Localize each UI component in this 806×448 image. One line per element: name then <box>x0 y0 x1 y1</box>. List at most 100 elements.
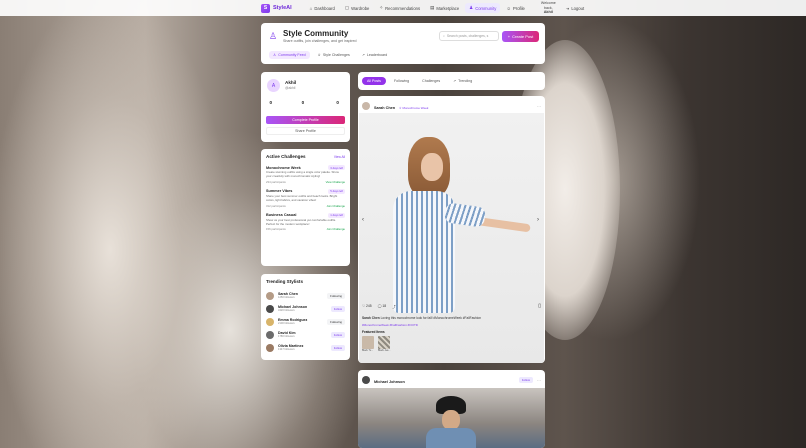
filter-following[interactable]: Following <box>389 77 414 85</box>
post-image[interactable] <box>358 388 545 448</box>
more-icon[interactable]: ⋯ <box>537 104 541 109</box>
following-button[interactable]: Following <box>327 292 345 299</box>
chevron-right-icon[interactable]: › <box>537 217 539 223</box>
nav-recommendations[interactable]: ✧ Recommendations <box>375 3 424 13</box>
featured-item[interactable]: Black Tu... <box>362 336 374 352</box>
nav-dashboard[interactable]: ⌂ Dashboard <box>306 4 339 13</box>
challenges-title: Active Challenges <box>266 154 306 159</box>
complete-profile-button[interactable]: Complete Profile <box>266 116 345 124</box>
wardrobe-icon: ▢ <box>344 5 350 10</box>
filter-trending[interactable]: ↗ Trending <box>448 77 477 85</box>
feed-filter-bar: All Posts Following Challenges ↗ Trending <box>358 72 545 90</box>
trend-icon: ↗ <box>361 53 365 57</box>
stylist-row: Emma Rodriguez 2100 followers Following <box>266 315 345 328</box>
follow-button[interactable]: Follow <box>330 344 345 351</box>
more-icon[interactable]: ⋯ <box>537 378 541 383</box>
image-detail <box>421 153 443 181</box>
nav-profile[interactable]: ☺ Profile <box>502 4 528 13</box>
stylist-followers: 3420 followers <box>278 309 295 312</box>
tab-leaderboard[interactable]: ↗ Leaderboard <box>358 51 391 59</box>
profile-handle: @akhil <box>285 86 296 90</box>
follow-button[interactable]: Follow <box>330 331 345 338</box>
challenge-action-link[interactable]: Join Challenge <box>326 227 345 231</box>
image-detail <box>426 428 476 448</box>
stat-value: 0 <box>269 100 273 105</box>
nav-community[interactable]: ♟ Community <box>465 3 501 13</box>
profile-name: Akhil <box>285 80 297 85</box>
header-tabs: ♙ Community Feed ♕ Style Challenges ↗ Leade… <box>269 51 391 59</box>
avatar[interactable] <box>362 376 370 384</box>
challenge-participants: 234 participants <box>266 179 286 184</box>
create-post-button[interactable]: + Create Post <box>502 31 539 42</box>
challenge-item[interactable]: Summer Vibes 5 days left Share your best … <box>266 188 345 208</box>
tab-style-challenges[interactable]: ♕ Style Challenges <box>314 51 354 59</box>
search-placeholder: Search posts, challenges, s <box>446 34 489 38</box>
avatar[interactable] <box>266 317 274 326</box>
stylist-followers: 2100 followers <box>278 322 295 325</box>
avatar[interactable] <box>266 304 274 313</box>
welcome-user: Akhil <box>543 10 553 15</box>
stylist-row: Olivia Martinez 1347 followers Follow <box>266 341 345 354</box>
brand[interactable]: S StyleAI <box>261 3 292 13</box>
challenge-action-link[interactable]: Join Challenge <box>326 204 345 208</box>
caption-text: Loving this monochrome look for fall! #M… <box>380 316 482 320</box>
challenge-item[interactable]: Monochrome Week 3 days left Create stunni… <box>266 165 345 184</box>
stat-value: 0 <box>301 100 305 105</box>
like-button[interactable]: ♡ 245 <box>362 304 372 308</box>
create-post-label: Create Post <box>512 34 534 39</box>
follow-button[interactable]: Follow <box>330 305 345 312</box>
users-icon: ♙ <box>273 53 277 57</box>
logout-label: Logout <box>571 5 585 11</box>
page-subtitle: Share outfits, join challenges, and get … <box>283 39 357 43</box>
filter-all-posts[interactable]: All Posts <box>362 77 386 85</box>
community-header: ♙ Style Community Share outfits, join ch… <box>261 23 545 64</box>
comment-button[interactable]: ◯ 18 <box>378 304 387 308</box>
search-input[interactable]: ⌕ Search posts, challenges, s <box>439 31 499 41</box>
brand-name: StyleAI <box>273 5 292 11</box>
community-icon: ♙ <box>269 31 278 41</box>
challenge-desc: Create stunning outfits using a single c… <box>266 170 339 178</box>
featured-item[interactable]: Black Jea... <box>378 336 390 352</box>
post-hashtags[interactable]: #MonochromeWeek #FallFashion #OOTD <box>362 323 418 327</box>
filter-challenges[interactable]: Challenges <box>417 77 445 85</box>
follow-button[interactable]: Follow <box>518 377 533 383</box>
avatar[interactable] <box>266 330 274 339</box>
avatar[interactable] <box>362 102 370 110</box>
challenge-action-link[interactable]: View Challenge <box>326 180 345 184</box>
view-all-link[interactable]: View All <box>334 155 345 159</box>
post-author[interactable]: Michael Johnson <box>374 380 405 384</box>
challenge-tag[interactable]: ♕ Monochrome Week <box>398 106 429 110</box>
nav-label: Community <box>475 5 497 11</box>
featured-items: Black Tu... Black Jea... <box>362 336 390 352</box>
avatar: A <box>267 79 280 92</box>
post-author[interactable]: Sarah Chen <box>374 106 395 110</box>
post-actions: ♡ 245 ◯ 18 ⤴ ▯ <box>362 303 541 309</box>
nav-marketplace[interactable]: ▤ Marketplace <box>426 3 463 13</box>
stylist-followers: 1780 followers <box>278 335 295 338</box>
plus-icon: + <box>507 34 511 39</box>
tab-community-feed[interactable]: ♙ Community Feed <box>269 51 310 59</box>
welcome-text: Welcome back, Akhil <box>541 1 556 15</box>
active-challenges-card: Active Challenges View All Monochrome We… <box>261 149 350 266</box>
challenge-item[interactable]: Business Casual 1 days left Show us your … <box>266 212 345 231</box>
nav-label: Profile <box>513 5 525 11</box>
share-icon[interactable]: ⤴ <box>392 304 395 309</box>
users-icon: ♟ <box>469 5 474 10</box>
logout-button[interactable]: ⇥ Logout <box>566 6 584 11</box>
bookmark-icon[interactable]: ▯ <box>538 303 541 309</box>
challenge-name: Monochrome Week <box>266 165 301 170</box>
chevron-left-icon[interactable]: ‹ <box>362 217 364 223</box>
comment-count: 18 <box>382 304 387 308</box>
post-card: Michael Johnson 14/1/2024 Follow ⋯ <box>358 370 545 448</box>
share-profile-button[interactable]: Share Profile <box>266 127 345 135</box>
post-header: Michael Johnson 14/1/2024 Follow ⋯ <box>362 374 541 391</box>
profile-card: A Akhil @akhil 0Posts 0Followers 0Follow… <box>261 72 350 142</box>
caption-author[interactable]: Sarah Chen <box>362 316 380 320</box>
featured-items-title: Featured Items <box>362 330 385 334</box>
following-button[interactable]: Following <box>327 318 345 325</box>
sparkle-icon: ✧ <box>379 5 384 10</box>
featured-item-thumb <box>362 336 374 349</box>
avatar[interactable] <box>266 343 274 352</box>
nav-wardrobe[interactable]: ▢ Wardrobe <box>341 3 374 13</box>
avatar[interactable] <box>266 291 274 300</box>
